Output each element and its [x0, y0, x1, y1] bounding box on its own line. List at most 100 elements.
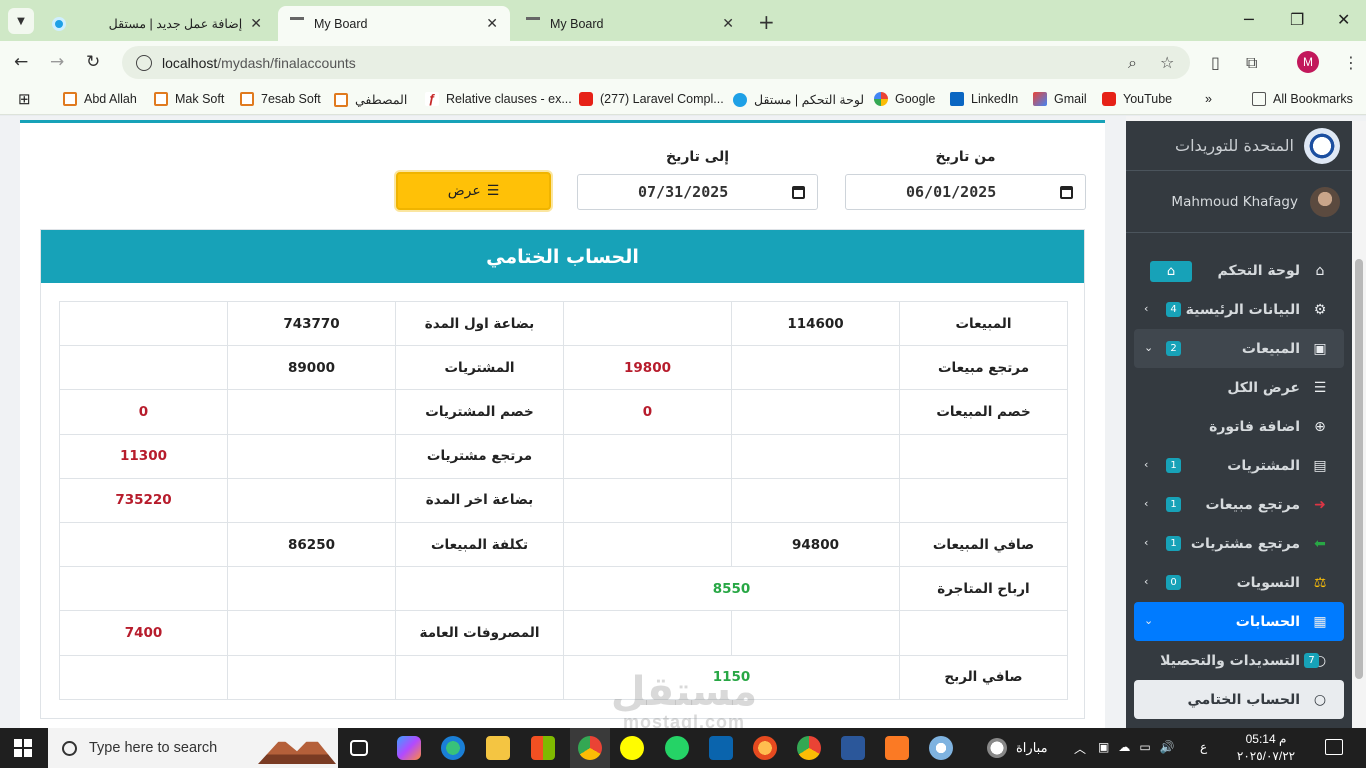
sidebar-item-arrow-left[interactable]: ⬅ مرتجع مشتريات 1 › [1134, 524, 1344, 563]
calendar-icon[interactable] [1060, 185, 1073, 199]
site-info-icon[interactable] [136, 54, 152, 71]
bookmark-gmail[interactable]: Gmail [1033, 92, 1087, 106]
mostaql-favicon-icon [52, 16, 66, 31]
weather-widget[interactable]: مباراة [1016, 740, 1048, 756]
bookmark-relative-clauses[interactable]: ƒ Relative clauses - ex... [425, 92, 572, 106]
sidebar-item-calculator[interactable]: ▦ الحسابات ⌄ [1134, 602, 1344, 641]
chrome-icon[interactable] [578, 736, 602, 760]
table-cell: 94800 [731, 521, 900, 568]
table-cell [227, 389, 396, 435]
snapchat-icon[interactable] [620, 736, 644, 760]
close-tab-icon[interactable]: ✕ [722, 15, 734, 32]
all-bookmarks-folder[interactable]: All Bookmarks [1252, 92, 1353, 106]
calendar-icon[interactable] [792, 185, 805, 199]
bookmark-abd-allah[interactable]: Abd Allah [63, 92, 137, 106]
extensions-icon[interactable]: ⧉ [1246, 53, 1257, 73]
copilot-icon[interactable] [397, 736, 421, 760]
browser-menu-icon[interactable]: ⋮ [1343, 53, 1359, 72]
forward-icon[interactable]: → [50, 52, 64, 72]
zoom-icon[interactable]: ⌕ [1128, 53, 1137, 73]
sidebar-item-plus-circle[interactable]: ⊕ اضافة فاتورة [1134, 407, 1344, 446]
bookmark-mostaql-dashboard[interactable]: لوحة التحكم | مستقل [733, 92, 864, 107]
bookmark-star-icon[interactable]: ☆ [1160, 53, 1174, 72]
table-cell: ارباح المتاجرة [899, 566, 1068, 612]
final-account-table: المبيعات 114600 بضاعة اول المدة 743770 مرتجع… [59, 300, 1068, 700]
clipboard-icon[interactable]: ▯ [1211, 53, 1220, 72]
search-highlight-image [258, 735, 336, 764]
sidebar-item-home[interactable]: ⌂ لوحة التحكم ⌂ [1134, 251, 1344, 290]
table-cell: مرتجع مبيعات [899, 345, 1068, 391]
table-cell: صافي الربح [899, 654, 1068, 700]
browser-tab-my-board[interactable]: My Board ✕ [514, 6, 746, 41]
scroll-thumb[interactable] [1355, 259, 1363, 679]
word-icon[interactable] [841, 736, 865, 760]
sidebar-item-shopping-bag[interactable]: ▣ المبيعات 2 ⌄ [1134, 329, 1344, 368]
close-tab-icon[interactable]: ✕ [250, 15, 262, 32]
sidebar-item-circle[interactable]: ○ الحساب الختامي [1134, 680, 1344, 719]
sidebar-item-gears[interactable]: ⚙ البيانات الرئيسية 4 › [1134, 290, 1344, 329]
address-bar[interactable]: localhost/mydash/finalaccounts [122, 46, 1190, 79]
bookmark-linkedin[interactable]: LinkedIn [950, 92, 1018, 106]
bookmark-youtube[interactable]: YouTube [1102, 92, 1172, 106]
task-view-icon[interactable] [350, 740, 368, 756]
list-icon: ☰ [486, 183, 500, 199]
outlook-icon[interactable] [709, 736, 733, 760]
tab-search-button[interactable]: ▼ [8, 8, 34, 34]
brand[interactable]: المتحدة للتوريدات [1126, 121, 1352, 171]
minimize-icon[interactable]: ─ [1244, 10, 1254, 29]
to-date-input[interactable]: 07/31/2025 [577, 174, 818, 210]
bookmark-google[interactable]: Google [874, 92, 935, 106]
arrow-right-icon: ➜ [1314, 496, 1326, 513]
profile-avatar[interactable]: M [1297, 51, 1319, 73]
chevron-down-icon: ⌄ [1144, 614, 1154, 627]
apps-grid-icon[interactable]: ⊞ [18, 90, 31, 108]
whatsapp-icon[interactable] [665, 736, 689, 760]
taskbar-clock[interactable]: م 05:14 ٢٠٢٥/٠٧/٢٢ [1226, 731, 1306, 765]
bookmark-mak-soft[interactable]: Mak Soft [154, 92, 224, 106]
windows-start-icon[interactable] [14, 739, 32, 757]
close-window-icon[interactable]: ✕ [1337, 10, 1350, 29]
reload-icon[interactable]: ↻ [86, 52, 100, 72]
close-tab-icon[interactable]: ✕ [486, 15, 498, 32]
chrome-profile-icon[interactable] [797, 736, 821, 760]
chevron-left-icon: › [1144, 497, 1149, 510]
edge-icon[interactable] [441, 736, 465, 760]
user-panel[interactable]: Mahmoud Khafagy [1126, 171, 1352, 233]
sidebar-item-list[interactable]: ☰ عرض الكل [1134, 368, 1344, 407]
table-cell [563, 610, 732, 656]
home-icon: ⌂ [1315, 262, 1325, 279]
bookmark-7esab-soft[interactable]: 7esab Soft [240, 92, 321, 106]
system-tray-icons[interactable]: ▣☁▭🔊 [1098, 740, 1184, 754]
sidebar-item-balance-scale[interactable]: ⚖ التسويات 0 › [1134, 563, 1344, 602]
youtube-icon [1102, 92, 1116, 106]
tab-title: My Board [314, 16, 368, 31]
new-tab-icon[interactable]: + [758, 10, 775, 34]
show-button[interactable]: ☰ عرض [396, 172, 551, 210]
notifications-icon[interactable] [1325, 739, 1343, 755]
back-icon[interactable]: ← [14, 52, 28, 72]
firefox-icon[interactable] [753, 736, 777, 760]
bookmark-almostafa[interactable]: المصطفي [334, 92, 407, 107]
paint-icon[interactable] [929, 736, 953, 760]
from-date-input[interactable]: 06/01/2025 [845, 174, 1086, 210]
show-hidden-icons-icon[interactable]: ︿ [1074, 740, 1086, 757]
browser-tab-my-board-active[interactable]: My Board ✕ [278, 6, 510, 41]
sidebar-item-box[interactable]: ▤ المشتريات 1 › [1134, 446, 1344, 485]
restore-icon[interactable]: ❐ [1290, 10, 1304, 29]
language-indicator[interactable]: ع [1200, 740, 1207, 754]
xampp-taskbar-icon[interactable] [885, 736, 909, 760]
from-date-group: من تاريخ 06/01/2025 [845, 149, 1086, 210]
taskbar-search[interactable]: Type here to search [48, 728, 338, 768]
store-icon[interactable] [531, 736, 555, 760]
sidebar-item-circle[interactable]: ○ التسديدات والتحصيلا 7 [1134, 641, 1344, 680]
table-cell [899, 610, 1068, 656]
file-explorer-icon[interactable] [486, 736, 510, 760]
bookmark-label: All Bookmarks [1273, 92, 1353, 106]
sidebar-scrollbar[interactable] [1352, 121, 1366, 728]
browser-tab-mostaql[interactable]: إضافة عمل جديد | مستقل ✕ [40, 6, 274, 41]
sidebar-item-arrow-right[interactable]: ➜ مرتجع مبيعات 1 › [1134, 485, 1344, 524]
more-bookmarks-icon[interactable]: » [1205, 92, 1212, 106]
bookmark-laravel[interactable]: (277) Laravel Compl... [579, 92, 724, 106]
football-icon[interactable] [987, 738, 1007, 758]
linkedin-icon [950, 92, 964, 106]
